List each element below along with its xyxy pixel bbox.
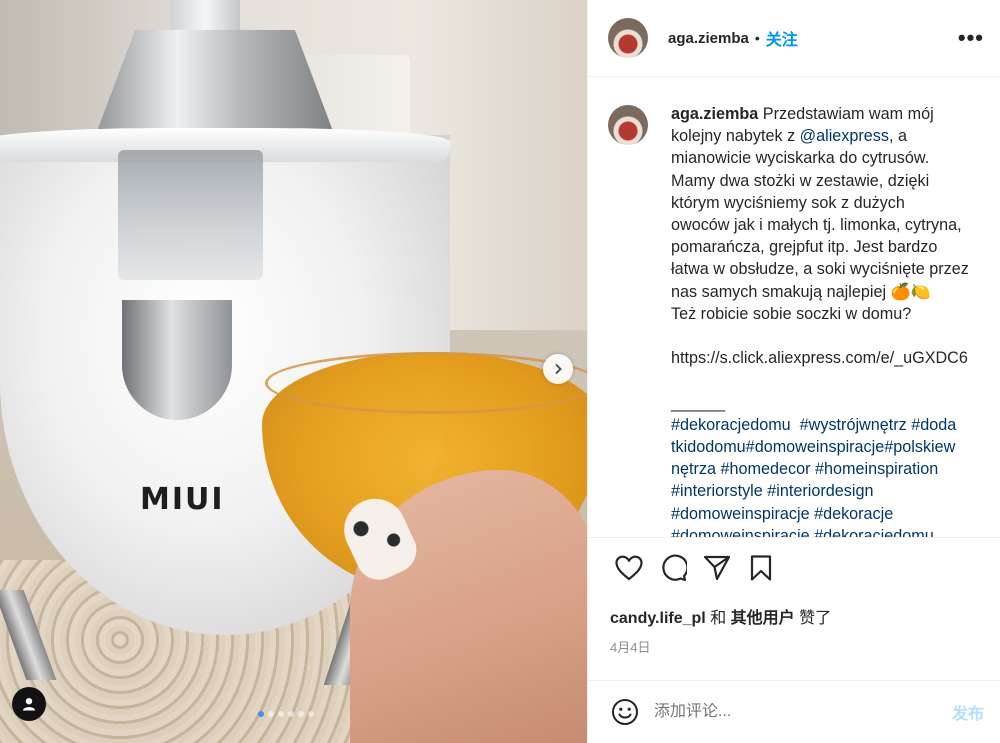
panel-spacer [588,656,1000,680]
more-options-icon[interactable]: ••• [958,25,984,51]
caption-line: #interiorstyle #interiordesign [671,480,984,502]
caption-text: https://s.click.aliexpress.com/e/_uGXDC6 [671,349,968,368]
caption-text: owoców jak i małych tj. limonka, cytryna… [671,216,962,235]
avatar[interactable] [608,18,648,58]
carousel-dot [258,711,264,717]
caption-text: Mamy dwa stożki w zestawie, dzięki [671,171,930,190]
follow-button[interactable]: 关注 [766,26,798,50]
post-comment-button[interactable]: 发布 [952,700,984,724]
caption-line [671,325,984,347]
post-photo[interactable]: MIUI [0,0,587,743]
caption-line: https://s.click.aliexpress.com/e/_uGXDC6 [671,347,984,369]
caption-line: #dekoracjedomu #wystrójwnętrz #doda [671,414,984,436]
comments-section[interactable]: aga.ziemba Przedstawiam wam mój kolejny n… [588,77,1000,537]
juicer-brand-text: MIUI [140,482,225,517]
caption-link[interactable]: #dekoracjedomu #wystrójwnętrz #doda [671,416,956,434]
comment-icon [662,554,687,581]
likes-summary: candy.life_pl 和 其他用户 赞了 [588,597,1000,628]
likes-user[interactable]: candy.life_pl [610,610,706,627]
caption-text: nas samych smakują najlepiej 🍊🍋 [671,282,931,301]
caption-text: pomarańcza, grejpfut itp. Jest bardzo [671,238,938,257]
caption-line: #domoweinspiracje #dekoracje [671,503,984,525]
carousel-dot [288,711,294,717]
carousel-dot [268,711,274,717]
add-comment-bar: 发布 [588,680,1000,743]
caption-text: , a [888,127,907,146]
caption-link[interactable]: @aliexpress [800,127,889,145]
likes-connector: 和 [710,610,727,627]
juicer-spout [122,300,232,420]
caption-link[interactable]: tkidodomu#domoweinspiracje#polskiew [671,438,955,456]
caption-text: Też robicie sobie soczki w domu? [671,304,912,323]
caption-text: mianowicie wyciskarka do cytrusów. [671,149,930,168]
likes-suffix: 赞了 [799,610,832,627]
caption-text: którym wyciśniemy sok z dużych [671,193,905,212]
post-side-panel: aga.ziemba • 关注 ••• aga.ziemba Przedstaw… [587,0,1000,743]
comment-input[interactable] [654,703,952,721]
juice-glass-rim [265,352,587,414]
paper-plane-icon [703,555,731,580]
emoji-button[interactable] [610,697,640,727]
caption-line: Też robicie sobie soczki w domu? [671,303,984,325]
caption-link[interactable]: #domoweinspiracje #dekoracje [671,505,893,523]
post-dialog: MIUI aga.ziemba • 关注 ••• aga.ziemba Prze… [0,0,1000,743]
caption-text [671,371,676,389]
caption-line: tkidodomu#domoweinspiracje#polskiew [671,436,984,458]
caption-line: pomarańcza, grejpfut itp. Jest bardzo [671,236,984,258]
caption-avatar[interactable] [608,105,648,145]
likes-others-button[interactable]: 其他用户 [731,610,795,627]
carousel-dot [298,711,304,717]
caption-username[interactable]: aga.ziemba [671,105,758,123]
carousel-next-button[interactable] [543,354,573,384]
save-button[interactable] [742,549,780,587]
post-caption: aga.ziemba Przedstawiam wam mój kolejny n… [671,103,984,537]
heart-icon [615,555,643,580]
caption-line: nas samych smakują najlepiej 🍊🍋 [671,281,984,303]
header-separator: • [754,30,760,46]
caption-link[interactable]: nętrza #homedecor #homeinspiration [671,460,938,478]
like-button[interactable] [610,549,648,587]
caption-line: owoców jak i małych tj. limonka, cytryna… [671,214,984,236]
caption-line: aga.ziemba Przedstawiam wam mój [671,103,984,125]
caption-line: ______ [671,392,984,414]
action-bar [588,537,1000,597]
chevron-right-icon [555,363,562,375]
bookmark-icon [750,554,772,581]
carousel-dot [278,711,284,717]
caption-text: kolejny nabytek z [671,127,800,146]
smiley-icon [612,699,638,725]
share-button[interactable] [698,549,736,587]
post-date[interactable]: 4月4日 [588,628,1000,656]
caption-line: nętrza #homedecor #homeinspiration [671,458,984,480]
caption-text [671,327,676,345]
user-icon [23,698,35,711]
header-username[interactable]: aga.ziemba [668,30,749,47]
juicer-window [118,150,263,280]
caption-line: którym wyciśniemy sok z dużych [671,192,984,214]
caption-line [671,369,984,391]
comment-button[interactable] [654,549,692,587]
caption-text: Przedstawiam wam mój [762,105,934,123]
caption-link[interactable]: #interiorstyle #interiordesign [671,482,873,500]
caption-line: Mamy dwa stożki w zestawie, dzięki [671,170,984,192]
post-header: aga.ziemba • 关注 ••• [588,0,1000,77]
caption-text: łatwa w obsłudze, a soki wyciśnięte prze… [671,260,969,279]
caption-text: ______ [671,393,726,412]
carousel-dot [308,711,314,717]
carousel-indicator [258,711,314,717]
tagged-users-button[interactable] [12,687,46,721]
caption-link[interactable]: #domoweinspiracje #dekoracjedomu [671,527,934,537]
caption-line: mianowicie wyciskarka do cytrusów. [671,147,984,169]
caption-line: łatwa w obsłudze, a soki wyciśnięte prze… [671,258,984,280]
caption-line: kolejny nabytek z @aliexpress, a [671,125,984,147]
caption-line: #domoweinspiracje #dekoracjedomu [671,525,984,537]
